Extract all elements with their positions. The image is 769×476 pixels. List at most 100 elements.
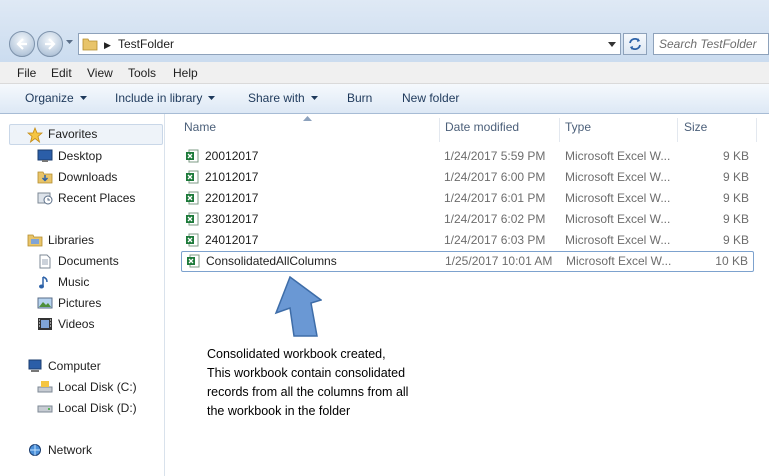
menu-view[interactable]: View: [87, 66, 113, 80]
file-row[interactable]: 23012017 1/24/2017 6:02 PM Microsoft Exc…: [181, 210, 754, 229]
column-divider[interactable]: [439, 118, 440, 142]
nav-computer-label: Computer: [48, 359, 101, 373]
file-size: 10 KB: [715, 254, 748, 268]
annotation-up-arrow: [274, 276, 322, 337]
address-dropdown-icon[interactable]: [608, 42, 616, 47]
drive-icon: [37, 405, 53, 413]
file-type: Microsoft Excel W...: [565, 233, 671, 247]
file-type: Microsoft Excel W...: [565, 191, 671, 205]
file-size: 9 KB: [722, 233, 749, 247]
nav-libraries-label: Libraries: [48, 233, 95, 247]
share-with-label: Share with: [248, 91, 305, 105]
include-in-library-label: Include in library: [115, 91, 203, 105]
annotation-text: Consolidated workbook created, This work…: [207, 345, 447, 421]
nav-local-disk-c-label: Local Disk (C:): [58, 380, 137, 394]
excel-file-icon: [186, 212, 199, 226]
nav-local-disk-d-label: Local Disk (D:): [58, 401, 137, 415]
file-date: 1/24/2017 5:59 PM: [444, 149, 546, 163]
excel-file-icon: [186, 149, 199, 163]
file-size: 9 KB: [722, 212, 749, 226]
address-field[interactable]: ▶ TestFolder: [78, 33, 621, 55]
nav-videos-label: Videos: [58, 317, 95, 331]
recent-pages-chevron-icon[interactable]: [66, 40, 73, 45]
column-divider[interactable]: [677, 118, 678, 142]
menu-edit[interactable]: Edit: [51, 66, 72, 80]
downloads-folder-icon: [37, 171, 53, 184]
excel-file-icon: [186, 233, 199, 247]
include-in-library-button[interactable]: Include in library: [115, 91, 216, 105]
annotation-line: records from all the columns from all: [207, 385, 409, 399]
navigation-pane: Favorites Desktop Downloads Recent Place…: [0, 114, 165, 476]
column-header-size[interactable]: Size: [684, 120, 707, 142]
menu-file[interactable]: File: [17, 66, 36, 80]
system-drive-icon: [37, 381, 53, 393]
column-header-date[interactable]: Date modified: [445, 120, 519, 142]
search-box[interactable]: [653, 33, 769, 55]
nav-pictures-label: Pictures: [58, 296, 102, 310]
organize-label: Organize: [25, 91, 74, 105]
menu-bar: File Edit View Tools Help: [0, 62, 769, 84]
chevron-down-icon: [79, 96, 87, 100]
share-with-button[interactable]: Share with: [248, 91, 318, 105]
annotation-line: Consolidated workbook created,: [207, 347, 386, 361]
excel-file-icon: [186, 170, 199, 184]
file-name: 24012017: [205, 233, 259, 247]
refresh-button[interactable]: [623, 33, 647, 55]
nav-recent-places-label: Recent Places: [58, 191, 136, 205]
file-list: Name Date modified Type Size 20012017 1/…: [166, 114, 769, 476]
music-note-icon: [39, 276, 48, 289]
file-date: 1/24/2017 6:01 PM: [444, 191, 546, 205]
desktop-icon: [37, 149, 53, 162]
sort-ascending-icon: [303, 116, 312, 121]
network-icon: [29, 444, 41, 456]
nav-downloads-label: Downloads: [58, 170, 118, 184]
file-row[interactable]: 21012017 1/24/2017 6:00 PM Microsoft Exc…: [181, 168, 754, 187]
menu-tools[interactable]: Tools: [128, 66, 156, 80]
annotation-line: the workbook in the folder: [207, 404, 351, 418]
new-folder-button[interactable]: New folder: [402, 91, 459, 105]
forward-arrow-icon: [45, 38, 56, 50]
computer-icon: [28, 359, 42, 372]
breadcrumb-path[interactable]: TestFolder: [118, 37, 174, 51]
file-size: 9 KB: [722, 170, 749, 184]
file-size: 9 KB: [722, 191, 749, 205]
file-type: Microsoft Excel W...: [565, 170, 671, 184]
organize-button[interactable]: Organize: [25, 91, 87, 105]
file-name: ConsolidatedAllColumns: [206, 254, 337, 268]
back-arrow-icon: [16, 38, 27, 50]
search-input[interactable]: [659, 35, 769, 53]
column-divider[interactable]: [756, 118, 757, 142]
file-row[interactable]: 22012017 1/24/2017 6:01 PM Microsoft Exc…: [181, 189, 754, 208]
column-header-type[interactable]: Type: [565, 120, 591, 142]
star-icon: [27, 127, 43, 143]
file-type: Microsoft Excel W...: [565, 149, 671, 163]
annotation-line: This workbook contain consolidated: [207, 366, 406, 380]
burn-button[interactable]: Burn: [347, 91, 372, 105]
pictures-icon: [37, 297, 53, 309]
menu-help[interactable]: Help: [173, 66, 198, 80]
column-header-name[interactable]: Name: [184, 120, 216, 142]
nav-documents-label: Documents: [58, 254, 119, 268]
videos-film-icon: [38, 318, 52, 330]
folder-icon: [82, 38, 98, 51]
column-divider[interactable]: [559, 118, 560, 142]
file-name: 20012017: [205, 149, 259, 163]
file-date: 1/25/2017 10:01 AM: [445, 254, 553, 268]
file-row[interactable]: 24012017 1/24/2017 6:03 PM Microsoft Exc…: [181, 231, 754, 250]
nav-favorites-label: Favorites: [48, 127, 98, 141]
file-size: 9 KB: [722, 149, 749, 163]
file-type: Microsoft Excel W...: [565, 212, 671, 226]
documents-icon: [39, 254, 51, 269]
breadcrumb-chevron-icon[interactable]: ▶: [104, 40, 111, 51]
nav-desktop-label: Desktop: [58, 149, 103, 163]
file-row[interactable]: 20012017 1/24/2017 5:59 PM Microsoft Exc…: [181, 147, 754, 166]
chevron-down-icon: [208, 96, 216, 100]
file-date: 1/24/2017 6:03 PM: [444, 233, 546, 247]
libraries-icon: [27, 234, 43, 247]
file-date: 1/24/2017 6:02 PM: [444, 212, 546, 226]
address-bar-area: ▶ TestFolder: [0, 0, 769, 62]
file-row-selected[interactable]: ConsolidatedAllColumns 1/25/2017 10:01 A…: [181, 251, 754, 272]
forward-button[interactable]: [37, 31, 63, 57]
nav-music-label: Music: [58, 275, 90, 289]
back-button[interactable]: [9, 31, 35, 57]
